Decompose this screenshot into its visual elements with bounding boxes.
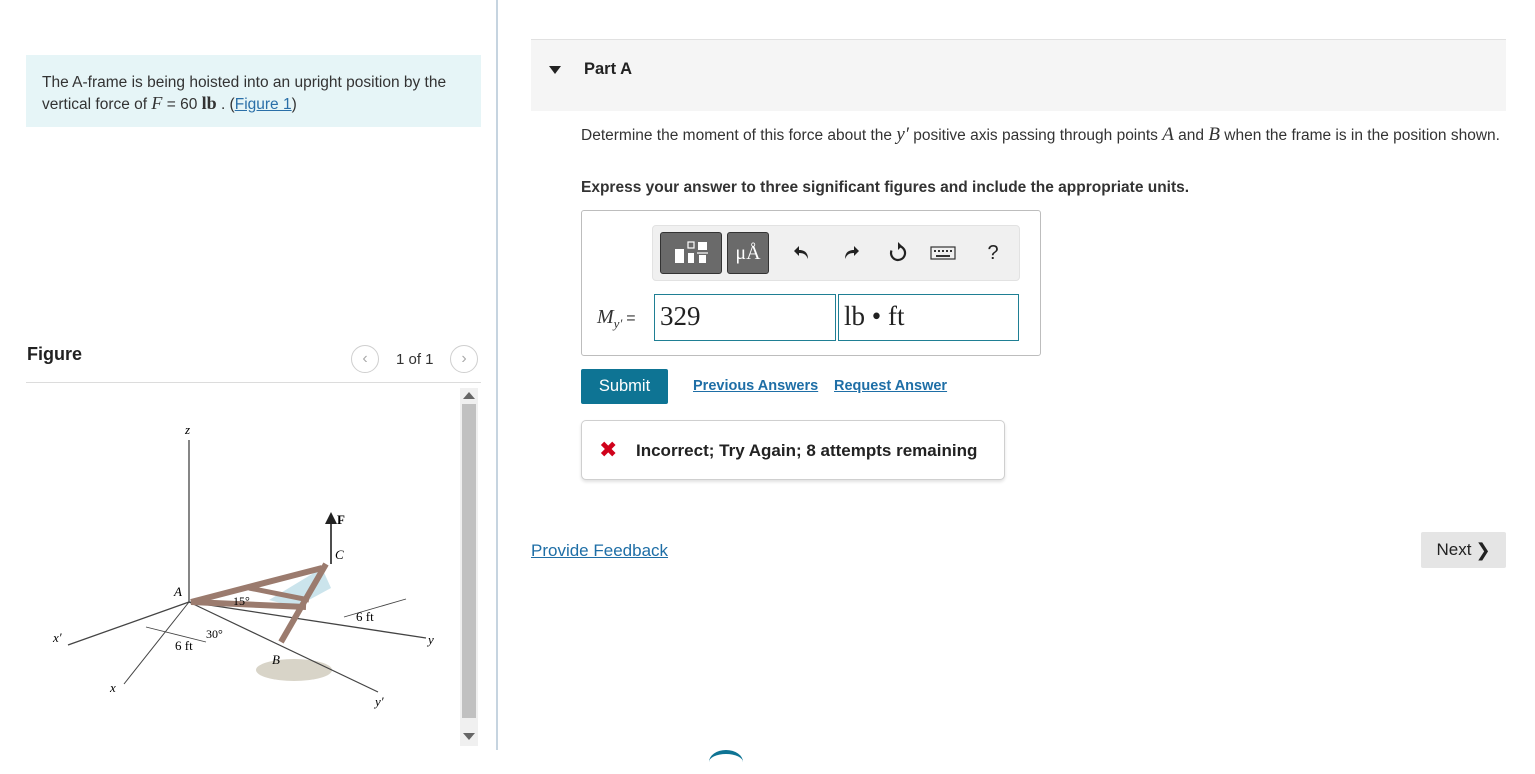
scroll-down-arrow-icon[interactable] [463, 733, 475, 740]
label-c: C [335, 547, 344, 562]
pager-next-button[interactable]: › [450, 345, 478, 373]
templates-icon [675, 241, 708, 263]
label-f: F [337, 512, 345, 527]
figure-scrollbar[interactable] [460, 388, 478, 746]
previous-answers-link[interactable]: Previous Answers [693, 378, 818, 394]
templates-button[interactable] [660, 232, 722, 274]
reset-icon [889, 242, 907, 262]
scroll-up-arrow-icon[interactable] [463, 392, 475, 399]
label-b: B [272, 652, 280, 667]
units-button[interactable]: μÅ [727, 232, 769, 274]
incorrect-x-icon: ✖ [599, 437, 618, 462]
answer-box: μÅ ? My′ = 329 lb • ft [581, 210, 1041, 356]
units-icon: μÅ [735, 241, 761, 264]
figure-image: z F C A B x′ x y y′ 15° 30° 6 ft 6 ft [26, 392, 458, 742]
math-toolbar: μÅ ? [652, 225, 1020, 281]
figure-title: Figure [27, 344, 83, 364]
part-title: Part A [584, 60, 632, 78]
label-y: y [426, 632, 434, 647]
question-part-3: when the frame is in the position shown. [1219, 127, 1500, 144]
keyboard-icon [930, 246, 956, 260]
pager-label: 1 of 1 [396, 351, 434, 368]
redo-icon [845, 246, 859, 259]
close-paren: ) [291, 96, 297, 113]
point-a: A [1162, 124, 1174, 145]
force-equals: = 60 [162, 96, 202, 113]
point-b: B [1208, 124, 1220, 145]
next-label: Next [1436, 540, 1472, 559]
question-text: Determine the moment of this force about… [581, 124, 1511, 146]
help-button[interactable]: ? [978, 238, 1008, 268]
keyboard-button[interactable] [928, 238, 958, 268]
answer-symbol: M [597, 306, 614, 328]
chevron-left-icon: ‹ [362, 350, 368, 367]
label-dim-left: 6 ft [175, 638, 193, 653]
scroll-thumb[interactable] [462, 404, 476, 718]
label-angle-30: 30° [206, 627, 223, 641]
label-angle-15: 15° [233, 594, 250, 608]
label-z: z [184, 422, 190, 437]
redo-button[interactable] [835, 238, 865, 268]
request-answer-link[interactable]: Request Answer [834, 378, 947, 394]
y-axis [188, 601, 427, 639]
problem-statement: The A-frame is being hoisted into an upr… [26, 55, 481, 127]
reset-button[interactable] [883, 238, 913, 268]
answer-units-input[interactable]: lb • ft [838, 294, 1019, 341]
label-a: A [173, 584, 182, 599]
question-part-1: Determine the moment of this force about… [581, 127, 897, 144]
force-unit: lb [201, 93, 217, 113]
label-x: x [109, 680, 116, 695]
force-variable: F [151, 93, 163, 113]
answer-equals: = [626, 310, 636, 327]
label-dim-right: 6 ft [356, 609, 374, 624]
separator: . ( [216, 96, 235, 113]
instruction-text: Express your answer to three significant… [581, 179, 1190, 196]
pane-divider [496, 0, 498, 750]
pager-prev-button[interactable]: ‹ [351, 345, 379, 373]
question-part-2: positive axis passing through points [908, 127, 1163, 144]
answer-subscript: y′ [613, 316, 623, 331]
axis-variable: y′ [896, 124, 909, 145]
feedback-text: Incorrect; Try Again; 8 attempts remaini… [636, 441, 978, 460]
submit-button[interactable]: Submit [581, 369, 668, 404]
undo-icon [794, 246, 808, 259]
label-y-prime: y′ [373, 694, 384, 709]
force-arrowhead [325, 512, 337, 524]
help-badge-icon[interactable] [709, 750, 743, 774]
question-and: and [1173, 127, 1209, 144]
answer-value-input[interactable]: 329 [654, 294, 836, 341]
label-x-prime: x′ [52, 630, 62, 645]
provide-feedback-link[interactable]: Provide Feedback [531, 541, 668, 561]
feedback-message: ✖ Incorrect; Try Again; 8 attempts remai… [581, 420, 1005, 480]
a-frame-diagram: z F C A B x′ x y y′ 15° 30° 6 ft 6 ft [52, 422, 434, 709]
x-prime-axis [67, 601, 190, 646]
collapse-caret-icon[interactable] [549, 66, 561, 74]
part-a-header[interactable]: Part A [531, 39, 1506, 111]
next-button[interactable]: Next ❯ [1421, 532, 1506, 568]
help-icon: ? [987, 241, 999, 264]
figure-divider [26, 382, 481, 383]
frame-shadow [256, 659, 332, 681]
chevron-right-icon: ❯ [1475, 539, 1491, 560]
answer-label: My′ = [597, 306, 636, 332]
figure-link[interactable]: Figure 1 [235, 96, 292, 113]
dim-line-right [343, 598, 407, 618]
chevron-right-icon: › [461, 350, 467, 367]
undo-button[interactable] [788, 238, 818, 268]
